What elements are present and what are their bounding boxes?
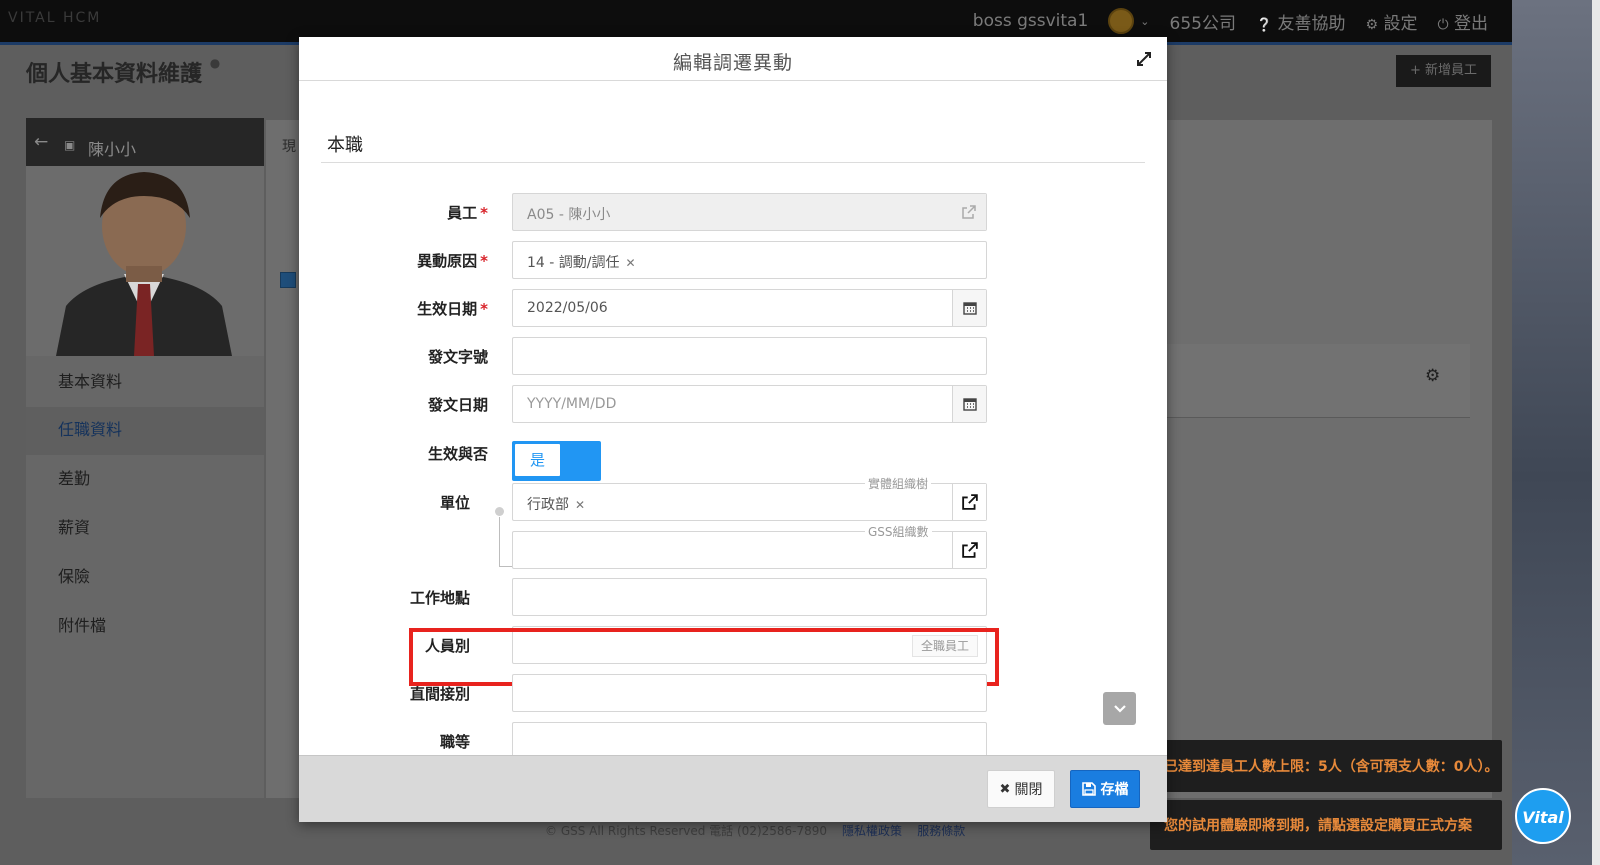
company-menu[interactable]: 655公司 xyxy=(1170,9,1236,34)
required-mark: * xyxy=(480,252,488,270)
chevron-down-icon xyxy=(1113,704,1126,713)
sidebar-item-salary[interactable]: 薪資 xyxy=(58,514,90,538)
direct-indirect-label: 直間接別 xyxy=(409,685,470,703)
entity-tree-caption: 實體組織樹 xyxy=(865,475,932,492)
footer-copyright: © GSS All Rights Reserved 電話 (02)2586-78… xyxy=(545,824,828,838)
vital-chat-badge[interactable]: Vital xyxy=(1515,788,1571,844)
effective-date-input[interactable]: 2022/05/06 xyxy=(512,289,987,327)
tab-current[interactable]: 現 xyxy=(282,136,296,156)
settings-menu[interactable]: ⚙ 設定 xyxy=(1366,9,1418,34)
modal-title: 編輯調遷異動 xyxy=(672,52,793,74)
save-button[interactable]: 存檔 xyxy=(1070,770,1140,808)
external-link-icon[interactable] xyxy=(952,532,986,568)
toast-employee-limit: 已達到達員工人數上限：5人（含可預支人數：0人）。 xyxy=(1150,740,1502,792)
window-edge xyxy=(1592,0,1600,865)
active-label: 生效與否 xyxy=(427,445,488,463)
expand-icon[interactable] xyxy=(1135,50,1153,68)
top-nav: boss gssvita1 ⌄ 655公司 ❔ 友善協助 ⚙ 設定 ⏻ 登出 xyxy=(973,8,1488,34)
logout-link[interactable]: ⏻ 登出 xyxy=(1438,9,1488,34)
terms-link[interactable]: 服務條款 xyxy=(917,824,965,838)
calendar-icon[interactable] xyxy=(952,386,986,422)
sidebar-item-employment[interactable]: 任職資料 xyxy=(58,416,122,440)
user-name[interactable]: boss gssvita1 xyxy=(973,11,1089,31)
external-link-icon[interactable] xyxy=(952,484,986,520)
doc-number-input[interactable] xyxy=(512,337,987,375)
back-arrow-icon[interactable]: ← xyxy=(34,132,48,152)
gear-icon: ⚙ xyxy=(1365,16,1379,33)
section-title: 本職 xyxy=(327,135,363,156)
add-employee-button[interactable]: + 新增員工 xyxy=(1396,55,1491,87)
close-icon: ✖ xyxy=(999,781,1011,797)
employee-header: ← ▣ 陳小小 xyxy=(26,118,264,166)
content-card-header: ⚙ xyxy=(1145,344,1470,418)
effective-date-value: 2022/05/06 xyxy=(527,300,608,316)
footer-links: 隱私權政策 服務條款 xyxy=(842,822,965,839)
id-card-icon: ▣ xyxy=(64,138,76,152)
modal-header: 編輯調遷異動 xyxy=(299,37,1167,81)
employee-field: A05 - 陳小小 xyxy=(512,193,987,231)
help-menu[interactable]: ❔ 友善協助 xyxy=(1256,9,1346,34)
gss-tree-caption: GSS組織數 xyxy=(865,523,932,540)
required-mark: * xyxy=(480,300,488,318)
page-title: 個人基本資料維護 ● xyxy=(26,56,221,87)
close-button[interactable]: ✖ 關閉 xyxy=(987,770,1055,808)
brand-logo: VITAL HCM xyxy=(8,10,102,26)
floppy-disk-icon xyxy=(1081,782,1096,796)
work-location-label: 工作地點 xyxy=(409,589,470,607)
reason-value: 14 - 調動/調任 xyxy=(527,255,620,271)
user-avatar[interactable] xyxy=(1108,8,1135,34)
reason-label: 異動原因 * xyxy=(417,252,488,270)
employee-value: A05 - 陳小小 xyxy=(527,207,611,223)
unit-label: 單位 xyxy=(439,494,470,512)
position-label: 職等 xyxy=(439,733,470,751)
doc-date-placeholder: YYYY/MM/DD xyxy=(527,396,617,412)
sidebar-item-attachments[interactable]: 附件檔 xyxy=(58,612,106,636)
required-mark: * xyxy=(480,204,488,222)
calendar-icon[interactable] xyxy=(952,290,986,326)
privacy-link[interactable]: 隱私權政策 xyxy=(842,824,902,838)
tree-connector xyxy=(499,517,500,567)
gear-icon[interactable]: ⚙ xyxy=(1425,366,1440,386)
modal-footer: ✖ 關閉 存檔 xyxy=(299,755,1167,822)
clear-icon[interactable]: ✕ xyxy=(625,256,635,270)
section-divider xyxy=(321,162,1145,163)
power-icon: ⏻ xyxy=(1437,16,1449,33)
external-link-icon[interactable] xyxy=(952,194,986,230)
reason-select[interactable]: 14 - 調動/調任 ✕ xyxy=(512,241,987,279)
scroll-down-button[interactable] xyxy=(1103,692,1136,725)
sidebar-item-insurance[interactable]: 保險 xyxy=(58,563,90,587)
position-row-clip: 職等 xyxy=(299,719,1167,755)
top-navbar: VITAL HCM boss gssvita1 ⌄ 655公司 ❔ 友善協助 ⚙… xyxy=(0,0,1512,42)
clear-icon[interactable]: ✕ xyxy=(575,498,585,512)
employee-label: 員工 * xyxy=(447,204,488,222)
work-location-select[interactable] xyxy=(512,578,987,616)
help-icon[interactable]: ● xyxy=(210,56,220,70)
checkbox-icon[interactable] xyxy=(280,272,296,288)
unit-value: 行政部 xyxy=(527,497,569,513)
active-toggle[interactable]: 是 xyxy=(512,441,601,481)
doc-number-label: 發文字號 xyxy=(427,348,488,366)
edit-transfer-modal: 編輯調遷異動 本職 員工 * A05 - 陳小小 異動原因 * 14 - 調動/調任… xyxy=(299,37,1167,822)
avatar-illustration xyxy=(56,172,232,356)
plus-icon: + xyxy=(1409,63,1421,78)
position-select[interactable] xyxy=(512,722,987,755)
sidebar-item-attendance[interactable]: 差勤 xyxy=(58,465,90,489)
tree-node-dot xyxy=(495,507,504,516)
toggle-knob: 是 xyxy=(515,444,560,476)
help-icon: ❔ xyxy=(1255,17,1273,33)
effective-date-label: 生效日期 * xyxy=(417,300,488,318)
employee-photo xyxy=(26,166,264,356)
tree-connector xyxy=(499,566,513,567)
doc-date-input[interactable]: YYYY/MM/DD xyxy=(512,385,987,423)
desktop-background-strip xyxy=(1512,0,1600,865)
sidebar-item-basic[interactable]: 基本資料 xyxy=(58,368,122,392)
chevron-down-icon[interactable]: ⌄ xyxy=(1140,15,1149,28)
toast-trial-expiry[interactable]: 您的試用體驗即將到期，請點選設定購買正式方案 xyxy=(1150,800,1502,850)
direct-indirect-select[interactable] xyxy=(512,674,987,712)
employee-name: 陳小小 xyxy=(88,140,137,159)
doc-date-label: 發文日期 xyxy=(427,396,488,414)
